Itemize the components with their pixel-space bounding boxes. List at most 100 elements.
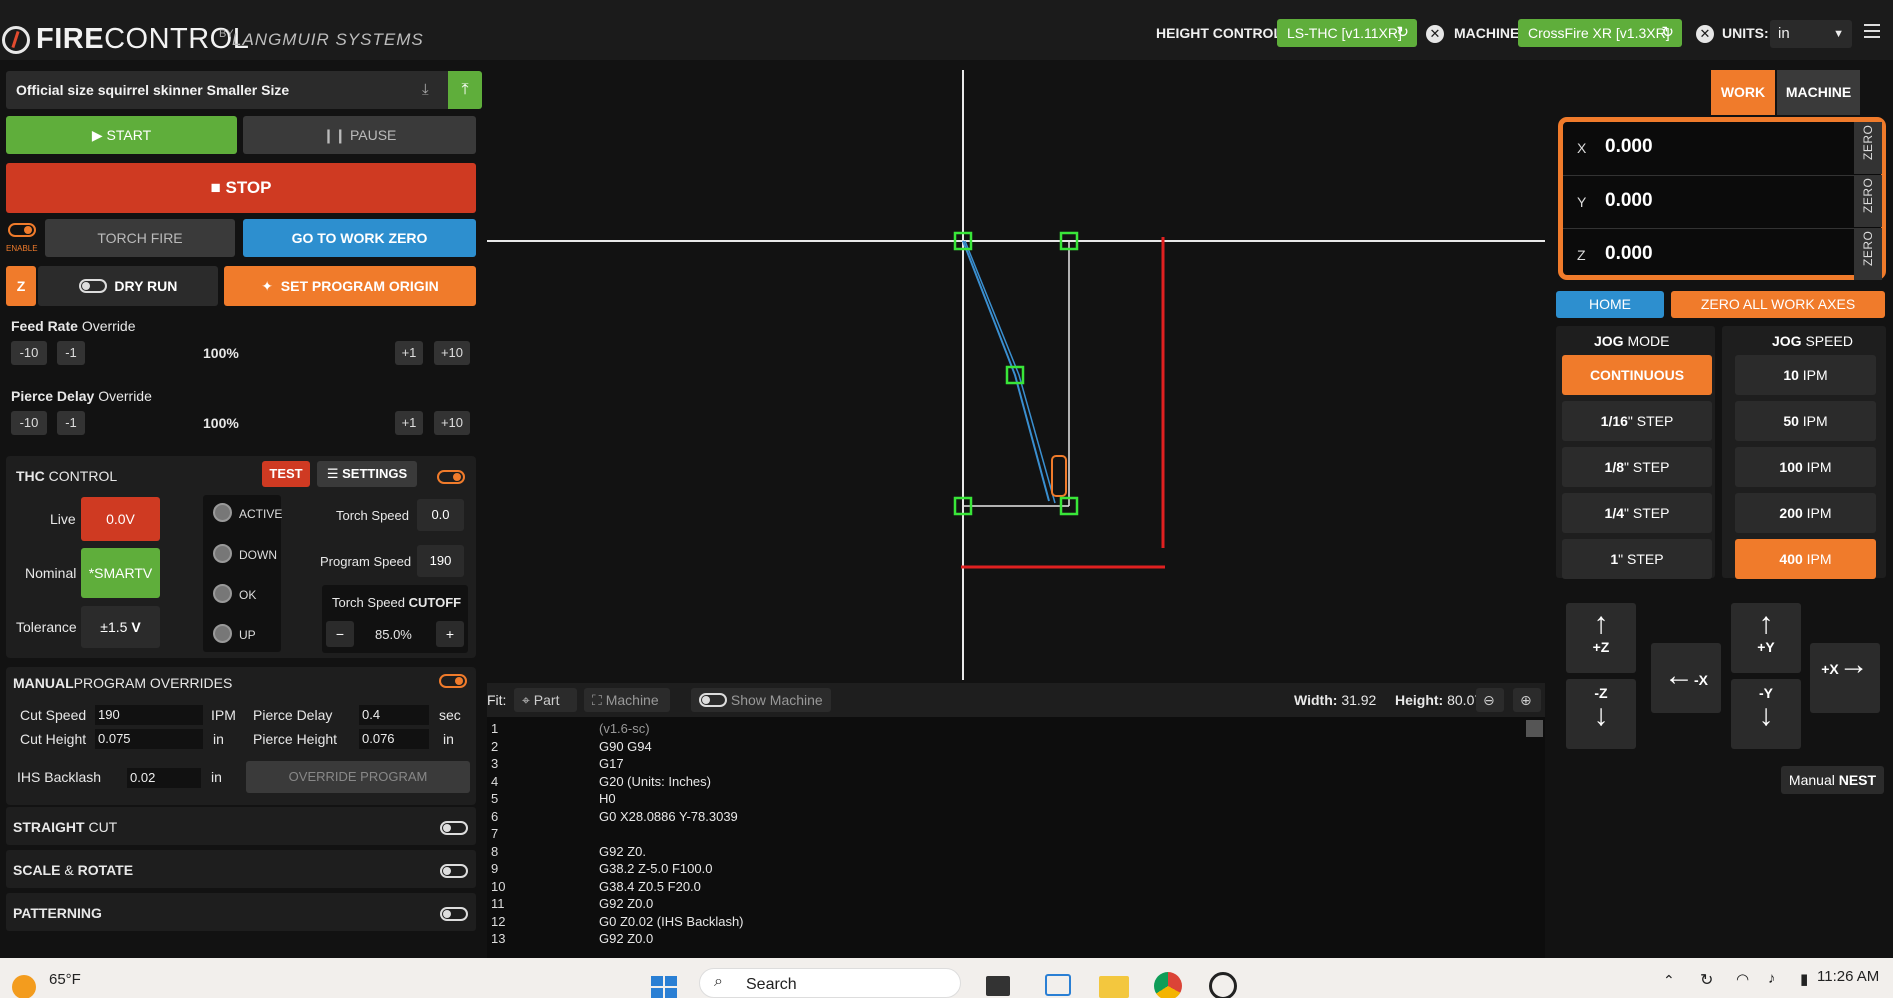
jog-mode-button[interactable]: 1/4" STEP	[1562, 493, 1712, 533]
refresh-icon[interactable]: ↻	[1396, 19, 1409, 47]
manual-nest-button[interactable]: Manual NEST	[1781, 766, 1884, 794]
gcode-line[interactable]: 3 G17	[491, 755, 1491, 772]
dry-run-toggle[interactable]	[78, 279, 107, 294]
tab-work[interactable]: WORK	[1711, 70, 1775, 115]
ihs-backlash-input[interactable]: 0.02	[127, 768, 201, 788]
gcode-line[interactable]: 13 G92 Z0.0	[491, 930, 1491, 947]
cut-speed-input[interactable]: 190	[95, 705, 203, 725]
thc-enable-toggle[interactable]	[437, 470, 465, 484]
snipping-tool-icon[interactable]	[1045, 974, 1071, 996]
refresh-icon[interactable]: ↻	[1661, 19, 1674, 47]
weather-icon[interactable]	[12, 975, 36, 998]
override-program-button[interactable]: OVERRIDE PROGRAM	[246, 761, 470, 793]
gcode-line[interactable]: 2 G90 G94	[491, 738, 1491, 755]
start-button[interactable]: ▶ START	[6, 116, 237, 154]
torch-fire-button[interactable]: TORCH FIRE	[45, 219, 235, 257]
gcode-scrollbar[interactable]	[1526, 720, 1543, 737]
pierce-delay-input[interactable]: 0.4	[359, 705, 429, 725]
jog-plus-z-button[interactable]: ↑ +Z	[1566, 603, 1636, 673]
feed-rate-minus-1-button[interactable]: -1	[57, 341, 85, 365]
sync-icon[interactable]: ↻	[1700, 970, 1713, 990]
jog-plus-x-button[interactable]: +X→	[1810, 643, 1880, 713]
pierce-delay-plus-1-button[interactable]: +1	[395, 411, 423, 435]
volume-icon[interactable]: ♪	[1768, 970, 1776, 987]
scale-rotate-row[interactable]: SCALE & ROTATE	[6, 850, 476, 888]
gcode-line[interactable]: 6 G0 X28.0886 Y-78.3039	[491, 808, 1491, 825]
enable-toggle[interactable]	[8, 223, 36, 237]
tab-machine[interactable]: MACHINE	[1777, 70, 1860, 115]
patterning-toggle[interactable]	[440, 907, 468, 921]
toolpath-canvas[interactable]	[487, 70, 1545, 680]
go-to-work-zero-button[interactable]: GO TO WORK ZERO	[243, 219, 476, 257]
z-button[interactable]: Z	[6, 266, 36, 306]
gcode-line[interactable]: 12 G0 Z0.02 (IHS Backlash)	[491, 913, 1491, 930]
windows-start-icon[interactable]	[651, 976, 679, 998]
gcode-line[interactable]: 7	[491, 825, 1491, 842]
gcode-line[interactable]: 1 (v1.6-sc)	[491, 720, 1491, 737]
set-program-origin-button[interactable]: ✦ SET PROGRAM ORIGIN	[224, 266, 476, 306]
nominal-voltage[interactable]: *SMARTV	[81, 548, 160, 598]
menu-icon[interactable]	[1864, 24, 1880, 38]
gcode-line[interactable]: 8 G92 Z0.	[491, 843, 1491, 860]
jog-minus-y-button[interactable]: -Y ↓	[1731, 679, 1801, 749]
thc-settings-button[interactable]: ☰ SETTINGS	[317, 461, 417, 487]
jog-mode-button[interactable]: 1/8" STEP	[1562, 447, 1712, 487]
chevron-up-icon[interactable]: ⌃	[1663, 972, 1675, 989]
jog-speed-button[interactable]: 200 IPM	[1735, 493, 1876, 533]
pierce-delay-minus-10-button[interactable]: -10	[11, 411, 47, 435]
straight-cut-toggle[interactable]	[440, 821, 468, 835]
gcode-line[interactable]: 4 G20 (Units: Inches)	[491, 773, 1491, 790]
patterning-row[interactable]: PATTERNING	[6, 893, 476, 931]
battery-icon[interactable]: ▮	[1800, 970, 1808, 988]
jog-mode-button[interactable]: 1/16" STEP	[1562, 401, 1712, 441]
units-select[interactable]: in ▼	[1770, 20, 1852, 48]
feed-rate-minus-10-button[interactable]: -10	[11, 341, 47, 365]
straight-cut-row[interactable]: STRAIGHT CUT	[6, 807, 476, 845]
gcode-line[interactable]: 10 G38.4 Z0.5 F20.0	[491, 878, 1491, 895]
gcode-line[interactable]: 9 G38.2 Z-5.0 F100.0	[491, 860, 1491, 877]
zero-all-work-axes-button[interactable]: ZERO ALL WORK AXES	[1671, 291, 1885, 318]
cut-height-input[interactable]: 0.075	[95, 729, 203, 749]
zero-x-button[interactable]: ZERO	[1854, 122, 1882, 174]
cutoff-minus-button[interactable]: −	[326, 621, 354, 647]
zero-z-button[interactable]: ZERO	[1854, 228, 1882, 280]
download-icon[interactable]: ⤓	[422, 81, 438, 98]
pierce-delay-minus-1-button[interactable]: -1	[57, 411, 85, 435]
dry-run-button[interactable]: DRY RUN	[38, 266, 218, 306]
upload-button[interactable]: ⤒	[448, 71, 482, 109]
chrome-icon[interactable]	[1154, 972, 1182, 998]
disconnect-machine-icon[interactable]: ✕	[1696, 25, 1714, 43]
jog-mode-button[interactable]: 1" STEP	[1562, 539, 1712, 579]
jog-minus-x-button[interactable]: ←-X	[1651, 643, 1721, 713]
gcode-line[interactable]: 5 H0	[491, 790, 1491, 807]
jog-speed-button[interactable]: 50 IPM	[1735, 401, 1876, 441]
stop-button[interactable]: ■ STOP	[6, 163, 476, 213]
jog-minus-z-button[interactable]: -Z ↓	[1566, 679, 1636, 749]
cutoff-plus-button[interactable]: +	[436, 621, 464, 647]
show-machine-toggle[interactable]	[699, 693, 727, 708]
height-control-select[interactable]: LS-THC [v1.11XR] ↻	[1277, 19, 1417, 47]
disconnect-height-control-icon[interactable]: ✕	[1426, 25, 1444, 43]
feed-rate-plus-1-button[interactable]: +1	[395, 341, 423, 365]
fit-part-button[interactable]: ⌖ Part	[514, 688, 577, 712]
pierce-delay-plus-10-button[interactable]: +10	[434, 411, 470, 435]
zoom-in-icon[interactable]: ⊕	[1513, 688, 1541, 712]
jog-mode-button[interactable]: CONTINUOUS	[1562, 355, 1712, 395]
gcode-viewer[interactable]: 1 (v1.6-sc) 2 G90 G94 3 G17 4 G20 (Units: Inche…	[487, 717, 1545, 959]
firecontrol-taskbar-icon[interactable]	[1209, 972, 1237, 998]
jog-speed-button[interactable]: 400 IPM	[1735, 539, 1876, 579]
task-view-icon[interactable]	[986, 976, 1010, 996]
pierce-height-input[interactable]: 0.076	[359, 729, 429, 749]
jog-plus-y-button[interactable]: ↑ +Y	[1731, 603, 1801, 673]
tolerance-value[interactable]: ±1.5 V	[81, 606, 160, 648]
file-explorer-icon[interactable]	[1099, 976, 1129, 998]
wifi-icon[interactable]: ◠	[1736, 970, 1749, 988]
gcode-line[interactable]: 11 G92 Z0.0	[491, 895, 1491, 912]
pause-button[interactable]: ❙❙ PAUSE	[243, 116, 476, 154]
jog-speed-button[interactable]: 10 IPM	[1735, 355, 1876, 395]
manual-overrides-toggle[interactable]	[439, 674, 467, 688]
zoom-out-icon[interactable]: ⊖	[1476, 688, 1504, 712]
home-button[interactable]: HOME	[1556, 291, 1664, 318]
zero-y-button[interactable]: ZERO	[1854, 175, 1882, 227]
feed-rate-plus-10-button[interactable]: +10	[434, 341, 470, 365]
